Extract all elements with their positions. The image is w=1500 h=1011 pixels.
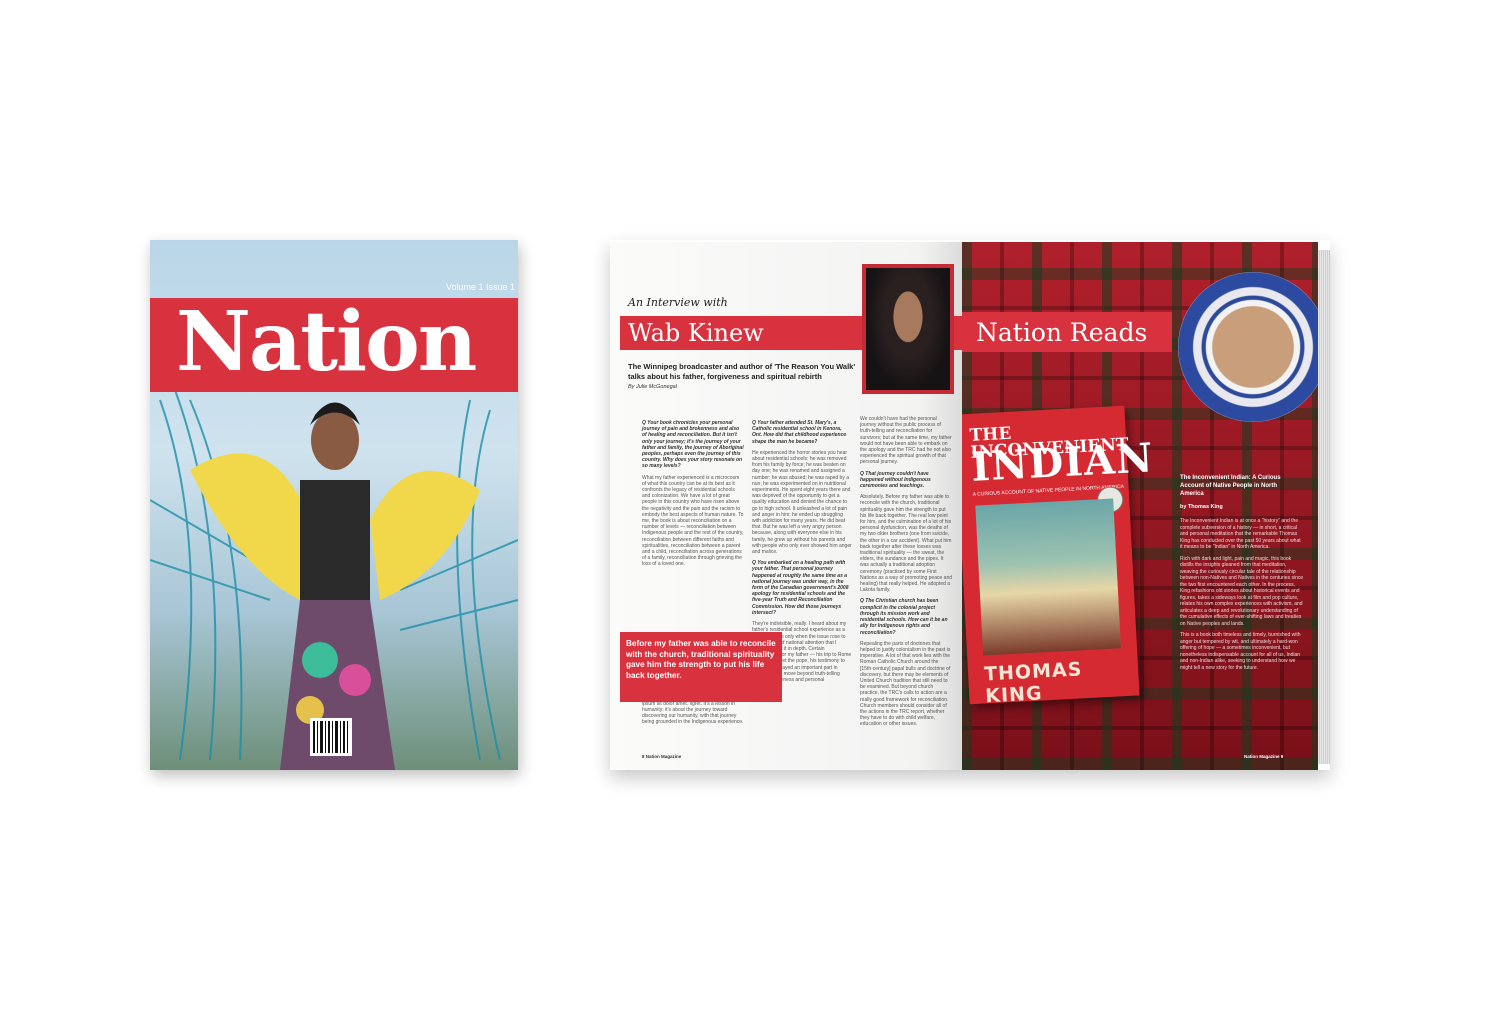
question: Q Your book chronicles your personal jou…: [642, 420, 744, 470]
answer: He experienced the horror stories you he…: [752, 449, 852, 556]
page-edges: [1318, 250, 1330, 764]
book-cover: THE INCONVENIENT INDIAN A CURIOUS ACCOUN…: [962, 405, 1155, 708]
book-illustration: [975, 498, 1121, 656]
magazine-cover: Nation Volume 1 Issue 1: [150, 240, 518, 770]
column-1: Q Your book chronicles your personal jou…: [642, 420, 744, 573]
review-heading: The Inconvenient Indian: A Curious Accou…: [1180, 475, 1281, 497]
column-3: We couldn't have had the personal journe…: [860, 416, 952, 733]
question: Q That journey couldn't have happened wi…: [860, 470, 931, 490]
interview-kicker: An Interview with: [628, 296, 728, 309]
interview-page: An Interview with Wab Kinew The Winnipeg…: [610, 242, 962, 770]
question: Q The Christian church has been complici…: [860, 598, 948, 636]
question: Q You embarked on a healing path with yo…: [752, 560, 849, 616]
review-paragraph: The Inconvenient Indian is at once a "hi…: [1180, 518, 1301, 550]
nation-reads-page: Nation Reads THE INCONVENIENT INDIAN A C…: [962, 242, 1318, 770]
interview-byline: By Julie McGonegal: [628, 384, 677, 390]
folio-right: Nation Magazine 9: [1244, 754, 1284, 759]
question: Q Your father attended St. Mary's, a Cat…: [752, 420, 847, 445]
portrait-photo: [862, 264, 954, 394]
coffee-cup-photo: [1178, 272, 1318, 422]
review-byline: by Thomas King: [1180, 504, 1223, 510]
cover-issue: Volume 1 Issue 1: [446, 282, 516, 292]
answer: We couldn't have had the personal journe…: [860, 416, 952, 466]
answer: Repealing the parts of doctrines that he…: [860, 640, 951, 728]
interview-dek: The Winnipeg broadcaster and author of '…: [628, 362, 856, 381]
book-title-main: INDIAN: [970, 434, 1155, 491]
cover-title: Nation: [176, 294, 477, 390]
barcode: [310, 718, 352, 756]
reads-title: Nation Reads: [976, 318, 1148, 347]
answer: What my father experienced is a microcos…: [642, 474, 744, 568]
book-author: THOMAS KING: [983, 658, 1083, 708]
folio-left: 8 Nation Magazine: [642, 754, 682, 759]
review-body: The Inconvenient Indian is at once a "hi…: [1180, 518, 1304, 676]
pull-quote: Before my father was able to reconcile w…: [620, 632, 782, 702]
review-paragraph: Rich with dark and light, pain and magic…: [1180, 555, 1304, 627]
interview-headline: Wab Kinew: [628, 319, 764, 347]
review-paragraph: This is a book both timeless and timely,…: [1180, 632, 1301, 671]
answer: Absolutely. Before my father was able to…: [860, 494, 952, 594]
